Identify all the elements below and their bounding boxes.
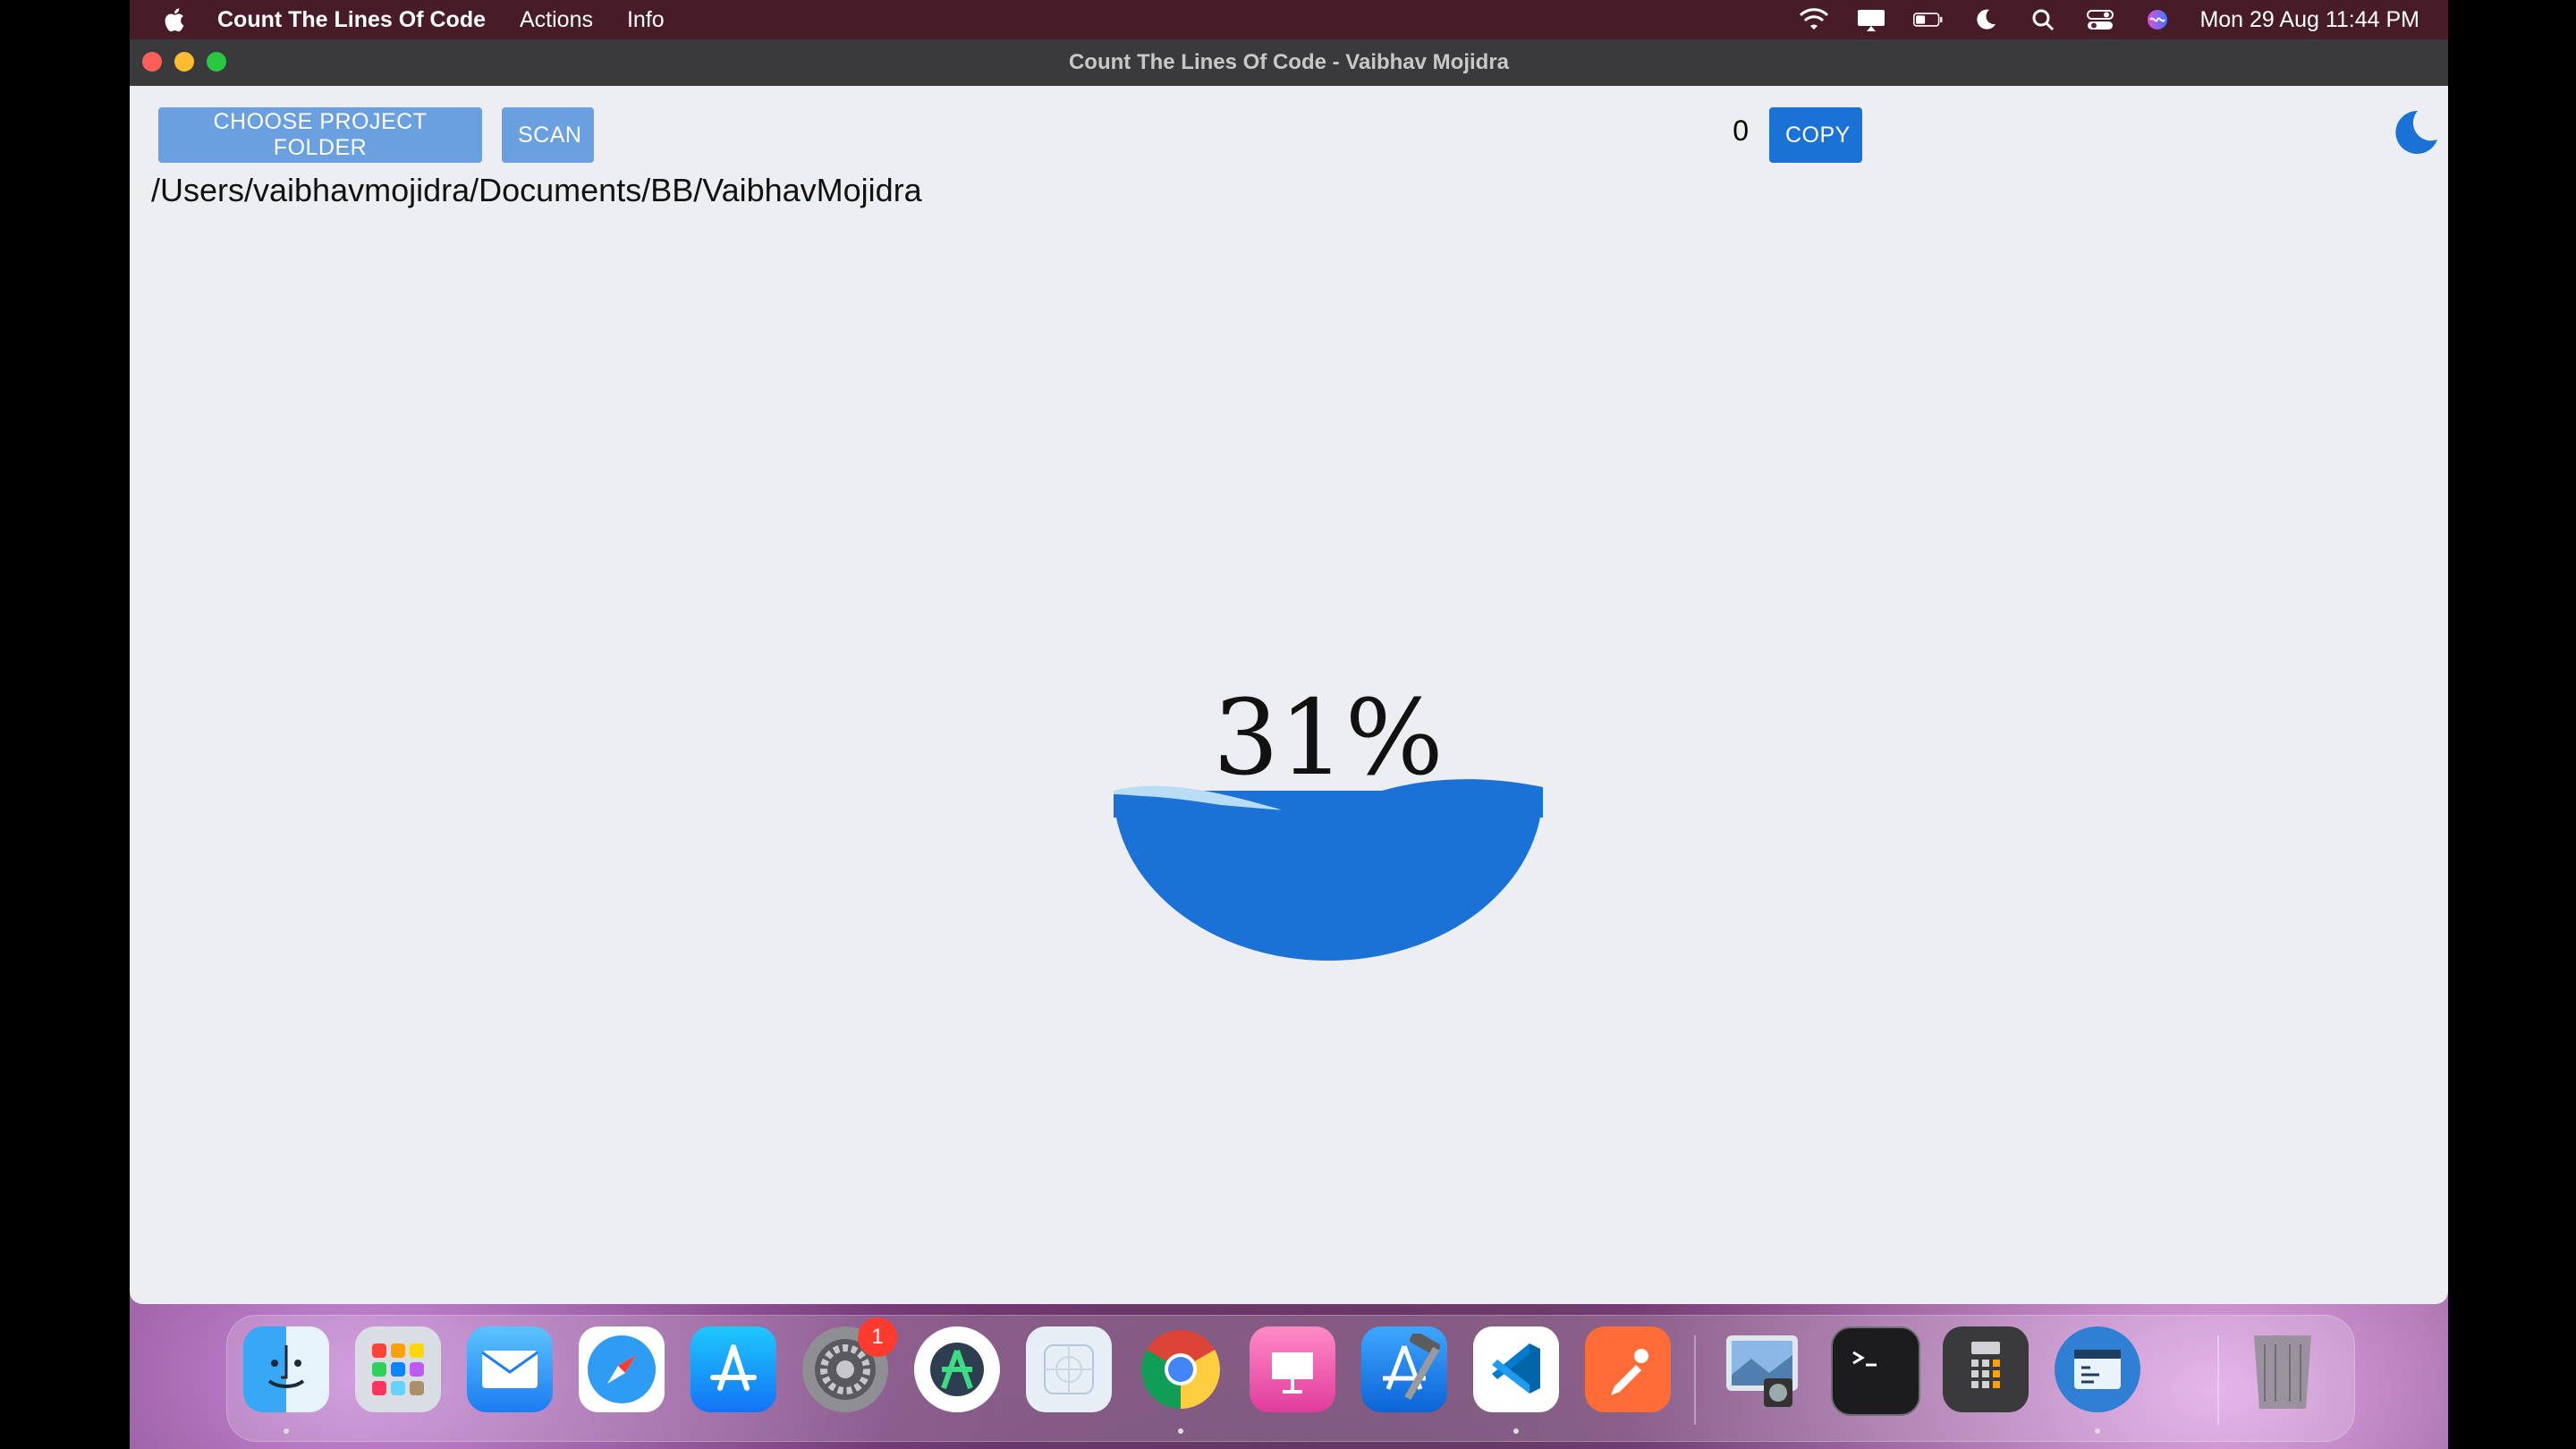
control-center-icon[interactable] [2085,8,2115,31]
copy-button[interactable]: COPY [1769,107,1862,163]
screen-border-right [2448,0,2576,1449]
display-icon[interactable] [1856,8,1886,31]
wifi-icon[interactable] [1799,8,1829,31]
window-title: Count The Lines Of Code - Vaibhav Mojidr… [1068,50,1510,74]
xcode-app-icon[interactable] [1361,1326,1447,1412]
line-count: 0 [1733,114,1749,147]
launchpad-app-icon[interactable] [355,1326,441,1412]
postman-app-icon[interactable] [1585,1326,1671,1412]
vscode-running-indicator [1513,1428,1519,1434]
terminal-app-icon[interactable] [1831,1326,1920,1416]
dock-separator [1694,1335,1696,1425]
trash-icon[interactable] [2240,1326,2326,1412]
project-folder-path: /Users/vaibhavmojidra/Documents/BB/Vaibh… [151,172,922,208]
menu-actions[interactable]: Actions [520,7,593,33]
chrome-running-indicator [1178,1428,1183,1434]
clock[interactable]: Mon 29 Aug 11:44 PM [2199,7,2419,33]
progress-gauge: 31% [1060,612,1597,1077]
script-app-icon[interactable] [2055,1326,2140,1412]
menu-bar: Count The Lines Of Code Actions Info Mon… [130,0,2448,39]
screen-border-left [0,0,130,1449]
focus-moon-icon[interactable] [1970,8,2001,31]
zoom-window-button[interactable] [207,52,226,72]
dock: 1 [226,1315,2355,1442]
close-window-button[interactable] [142,52,162,72]
chrome-app-icon[interactable] [1138,1326,1224,1412]
safari-app-icon[interactable] [579,1326,665,1412]
siri-icon[interactable] [2142,8,2173,31]
battery-icon[interactable] [1913,8,1944,31]
dark-mode-toggle-icon[interactable] [2391,107,2441,157]
finder-app-icon[interactable] [243,1326,329,1412]
scan-button[interactable]: SCAN [502,107,594,163]
script-app-running-indicator [2095,1428,2100,1434]
app-window: Count The Lines Of Code - Vaibhav Mojidr… [130,39,2448,1304]
system-preferences-badge: 1 [858,1318,897,1357]
app-name-menu[interactable]: Count The Lines Of Code [217,7,486,33]
app-store-app-icon[interactable] [691,1326,776,1412]
finder-running-indicator [284,1428,289,1434]
android-studio-app-icon[interactable] [914,1326,1000,1412]
title-bar[interactable]: Count The Lines Of Code - Vaibhav Mojidr… [130,39,2448,86]
spotlight-icon[interactable] [2028,8,2058,31]
apple-icon[interactable] [162,6,185,33]
dock-separator-trash [2217,1335,2219,1425]
system-preferences-app-icon[interactable]: 1 [802,1318,897,1412]
menu-info[interactable]: Info [627,7,665,33]
traffic-lights [142,52,226,72]
calculator-app-icon[interactable] [1943,1326,2029,1412]
presentation-app-icon[interactable] [1250,1326,1335,1412]
minimize-window-button[interactable] [174,52,194,72]
mail-app-icon[interactable] [467,1326,553,1412]
choose-project-folder-button[interactable]: CHOOSE PROJECT FOLDER [158,107,482,163]
preview-app-icon[interactable] [1719,1326,1805,1412]
vscode-app-icon[interactable] [1473,1326,1559,1412]
simulator-app-icon[interactable] [1026,1326,1112,1412]
progress-percentage: 31% [1213,678,1444,799]
